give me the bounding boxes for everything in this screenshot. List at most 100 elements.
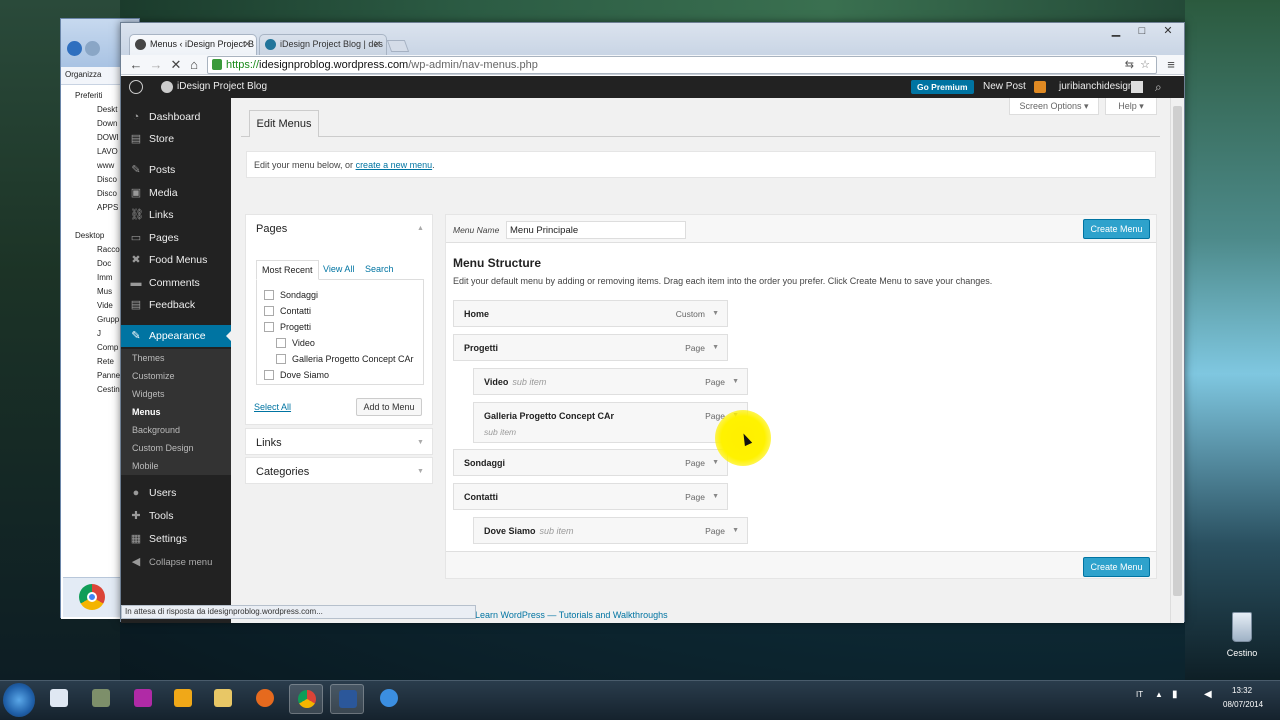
language-indicator[interactable]: IT xyxy=(1136,681,1143,720)
page-checkbox-row[interactable]: Progetti xyxy=(264,321,311,333)
menu-item-galleria-progetto-concept-car[interactable]: Galleria Progetto Concept CAr sub item Pag… xyxy=(473,402,748,443)
minimize-button[interactable]: ▁ xyxy=(1104,23,1128,41)
sidebar-item-food-menus[interactable]: ✖ Food Menus xyxy=(121,249,231,271)
start-button[interactable] xyxy=(3,683,35,717)
taskbar-app-icon[interactable] xyxy=(126,684,160,714)
back-arrow-icon[interactable]: ← xyxy=(127,56,145,74)
tab-search[interactable]: Search xyxy=(365,264,394,274)
add-to-menu-button[interactable]: Add to Menu xyxy=(356,398,422,416)
scrollbar-thumb[interactable] xyxy=(1173,106,1182,596)
select-all-link[interactable]: Select All xyxy=(254,402,291,412)
new-tab-button[interactable] xyxy=(386,40,410,52)
forward-icon[interactable] xyxy=(85,41,100,56)
page-checkbox-row[interactable]: Video xyxy=(276,337,315,349)
menu-item-dove-siamo[interactable]: Dove Siamo sub item Page ▼ xyxy=(473,517,748,544)
sidebar-item-dashboard[interactable]: ◔ Dashboard xyxy=(121,106,231,128)
links-panel[interactable]: Links ▼ xyxy=(245,428,433,455)
submenu-item-custom-design[interactable]: Custom Design xyxy=(121,439,231,457)
close-tab-icon[interactable]: ✕ xyxy=(243,35,251,54)
sidebar-item-collapse-menu[interactable]: ◀ Collapse menu xyxy=(121,551,231,573)
maximize-button[interactable]: □ xyxy=(1130,23,1154,41)
page-checkbox[interactable] xyxy=(264,290,274,301)
page-checkbox-row[interactable]: Dove Siamo xyxy=(264,369,329,381)
site-name-link[interactable]: iDesign Project Blog xyxy=(177,76,267,98)
wordpress-logo-icon[interactable] xyxy=(129,80,143,94)
collapse-arrow-icon[interactable]: ▲ xyxy=(417,225,424,232)
create-menu-button-bottom[interactable]: Create Menu xyxy=(1083,557,1150,577)
notifications-icon[interactable] xyxy=(1034,81,1046,93)
taskbar-chrome-icon[interactable] xyxy=(289,684,323,714)
menu-item-home[interactable]: Home Custom ▼ xyxy=(453,300,728,327)
menu-item-video[interactable]: Video sub item Page ▼ xyxy=(473,368,748,395)
volume-icon[interactable]: ◀ xyxy=(1204,681,1212,720)
create-new-menu-link[interactable]: create a new menu xyxy=(356,160,433,170)
address-bar[interactable]: https://idesignproblog.wordpress.com/wp-… xyxy=(207,56,1157,74)
recycle-bin-icon[interactable]: Cestino xyxy=(1222,612,1262,660)
page-checkbox-row[interactable]: Contatti xyxy=(264,305,311,317)
create-menu-button[interactable]: Create Menu xyxy=(1083,219,1150,239)
submenu-item-widgets[interactable]: Widgets xyxy=(121,385,231,403)
page-scrollbar[interactable] xyxy=(1170,98,1184,623)
sidebar-item-media[interactable]: ▣ Media xyxy=(121,182,231,204)
taskbar-quicktime-icon[interactable] xyxy=(372,684,406,714)
sidebar-item-links[interactable]: ⛓ Links xyxy=(121,204,231,226)
submenu-item-background[interactable]: Background xyxy=(121,421,231,439)
page-checkbox[interactable] xyxy=(264,370,274,381)
page-checkbox-row[interactable]: Galleria Progetto Concept CAr xyxy=(276,353,414,365)
menu-item-contatti[interactable]: Contatti Page ▼ xyxy=(453,483,728,510)
screen-options-button[interactable]: Screen Options ▾ xyxy=(1009,98,1099,115)
sidebar-item-appearance[interactable]: ✎ Appearance xyxy=(121,325,231,347)
menu-item-progetti[interactable]: Progetti Page ▼ xyxy=(453,334,728,361)
page-checkbox[interactable] xyxy=(276,338,286,349)
tab-blog[interactable]: iDesign Project Blog | des ✕ xyxy=(259,34,387,55)
new-post-link[interactable]: New Post xyxy=(983,76,1026,98)
clock-time[interactable]: 13:32 xyxy=(1232,686,1252,698)
avatar[interactable] xyxy=(1131,81,1143,93)
categories-panel[interactable]: Categories ▼ xyxy=(245,457,433,484)
sidebar-item-posts[interactable]: ✎ Posts xyxy=(121,159,231,181)
expand-arrow-icon[interactable]: ▼ xyxy=(712,335,719,361)
user-account-link[interactable]: juribianchidesign xyxy=(1059,76,1134,98)
menu-item-sondaggi[interactable]: Sondaggi Page ▼ xyxy=(453,449,728,476)
sidebar-item-users[interactable]: ● Users xyxy=(121,482,231,504)
clock-date[interactable]: 08/07/2014 xyxy=(1223,700,1263,712)
pages-panel-title[interactable]: Pages xyxy=(256,223,287,235)
sidebar-item-pages[interactable]: ▭ Pages xyxy=(121,227,231,249)
taskbar-outlook-icon[interactable] xyxy=(166,684,200,714)
forward-arrow-icon[interactable]: → xyxy=(147,56,165,74)
home-icon[interactable]: ⌂ xyxy=(185,56,203,74)
taskbar-word-icon[interactable] xyxy=(330,684,364,714)
expand-arrow-icon[interactable]: ▼ xyxy=(732,518,739,544)
learn-wordpress-link[interactable]: Learn WordPress — Tutorials and Walkthro… xyxy=(475,610,668,620)
page-action-icon[interactable]: ⇆ xyxy=(1125,57,1134,73)
back-icon[interactable] xyxy=(67,41,82,56)
tab-menus[interactable]: Menus ‹ iDesign Project B ✕ xyxy=(129,34,257,55)
expand-arrow-icon[interactable]: ▼ xyxy=(712,301,719,327)
taskbar-firefox-icon[interactable] xyxy=(248,684,282,714)
help-button[interactable]: Help ▾ xyxy=(1105,98,1157,115)
chrome-menu-icon[interactable]: ≡ xyxy=(1162,56,1180,74)
page-checkbox[interactable] xyxy=(264,322,274,333)
taskbar-explorer-icon[interactable] xyxy=(206,684,240,714)
taskbar-tool-icon[interactable] xyxy=(84,684,118,714)
tray-arrow-icon[interactable]: ▲ xyxy=(1155,681,1163,720)
tab-view-all[interactable]: View All xyxy=(323,264,354,274)
menu-name-input[interactable] xyxy=(506,221,686,239)
sidebar-item-feedback[interactable]: ▤ Feedback xyxy=(121,294,231,316)
tab-most-recent[interactable]: Most Recent xyxy=(256,260,319,280)
tab-edit-menus[interactable]: Edit Menus xyxy=(249,110,319,137)
sidebar-item-store[interactable]: ▤ Store xyxy=(121,128,231,150)
submenu-item-themes[interactable]: Themes xyxy=(121,349,231,367)
search-icon[interactable]: ⌕ xyxy=(1155,76,1162,98)
sidebar-item-tools[interactable]: ✚ Tools xyxy=(121,505,231,527)
page-checkbox[interactable] xyxy=(276,354,286,365)
go-premium-button[interactable]: Go Premium xyxy=(911,80,974,94)
stop-icon[interactable]: ✕ xyxy=(167,56,185,74)
bookmark-star-icon[interactable]: ☆ xyxy=(1140,57,1150,73)
submenu-item-mobile[interactable]: Mobile xyxy=(121,457,231,475)
expand-arrow-icon[interactable]: ▼ xyxy=(712,484,719,510)
sidebar-item-settings[interactable]: ▦ Settings xyxy=(121,528,231,550)
taskbar-notepad-icon[interactable] xyxy=(42,684,76,714)
network-icon[interactable]: ▮ xyxy=(1172,681,1178,720)
expand-arrow-icon[interactable]: ▼ xyxy=(712,450,719,476)
